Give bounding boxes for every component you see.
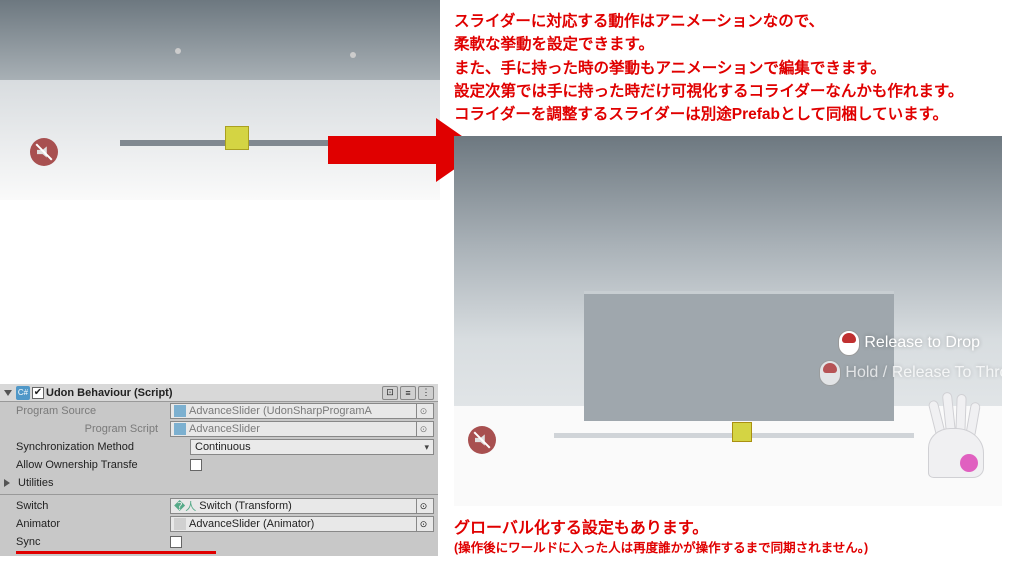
anno-line: 設定次第では手に持った時だけ可視化するコライダーなんかも作れます。: [454, 80, 963, 103]
inspector-row-program-script: Program Script AdvanceSlider: [0, 420, 438, 438]
slider-handle-cube: [732, 422, 752, 442]
annotation-text-bottom: グローバル化する設定もあります。 (操作後にワールドに入った人は再度誰かが操作す…: [454, 518, 868, 558]
inspector-row-allow-ownership: Allow Ownership Transfe: [0, 456, 438, 474]
mute-mic-icon: [468, 426, 496, 454]
component-title: Udon Behaviour (Script): [46, 387, 380, 399]
inspector-row-sync: Sync: [0, 533, 438, 551]
anno-line: また、手に持った時の挙動もアニメーションで編集できます。: [454, 57, 963, 80]
component-header[interactable]: C# ✔ Udon Behaviour (Script) ⊡ ≡ ⋮: [0, 384, 438, 402]
vr-viewport-right: Release to Drop Hold / Release To Throw: [454, 136, 1002, 506]
highlight-underline: [16, 551, 216, 554]
csharp-script-icon: C#: [16, 386, 30, 400]
anno-line: コライダーを調整するスライダーは別途Prefabとして同梱しています。: [454, 103, 963, 126]
script-icon: [174, 423, 186, 435]
presets-button[interactable]: ≡: [400, 386, 416, 400]
gizmo-dot: [175, 48, 181, 54]
separator: [0, 494, 438, 495]
object-field[interactable]: AdvanceSlider (Animator): [170, 516, 434, 532]
field-label: Switch: [16, 500, 166, 512]
field-label: Program Script: [16, 423, 166, 435]
mute-mic-icon: [30, 138, 58, 166]
controller-button-icon: [819, 360, 841, 386]
inspector-row-animator: Animator AdvanceSlider (Animator): [0, 515, 438, 533]
anno-line: グローバル化する設定もあります。: [454, 518, 868, 540]
object-picker-button[interactable]: [416, 404, 430, 418]
unity-inspector-panel: C# ✔ Udon Behaviour (Script) ⊡ ≡ ⋮ Progr…: [0, 384, 438, 556]
object-field[interactable]: �人 Switch (Transform): [170, 498, 434, 514]
dropdown-value: Continuous: [195, 441, 251, 453]
inspector-row-utilities[interactable]: Utilities: [0, 474, 438, 492]
vr-hand-model: [894, 388, 984, 478]
context-menu-button[interactable]: ⋮: [418, 386, 434, 400]
inspector-row-sync-method: Synchronization Method Continuous: [0, 438, 438, 456]
foldout-icon[interactable]: [4, 390, 12, 396]
inspector-row-program-source: Program Source AdvanceSlider (UdonSharpP…: [0, 402, 438, 420]
anno-line: スライダーに対応する動作はアニメーションなので、: [454, 10, 963, 33]
slider-handle-cube: [225, 126, 249, 150]
object-picker-button[interactable]: [416, 499, 430, 513]
gizmo-dot: [350, 52, 356, 58]
field-label: Animator: [16, 518, 166, 530]
tooltip-label: Release to Drop: [864, 334, 980, 352]
field-label: Program Source: [16, 405, 166, 417]
asset-icon: [174, 405, 186, 417]
object-picker-button[interactable]: [416, 517, 430, 531]
field-label: Utilities: [18, 477, 53, 489]
controller-button-icon: [838, 330, 860, 356]
tooltip-label: Hold / Release To Throw: [845, 364, 1002, 382]
anno-line: (操作後にワールドに入った人は再度誰かが操作するまで同期されません。): [454, 540, 868, 558]
object-field-value: Switch (Transform): [199, 500, 292, 512]
vr-tooltip-release-drop: Release to Drop: [838, 330, 980, 356]
allow-ownership-checkbox[interactable]: [190, 459, 202, 471]
anno-line: 柔軟な挙動を設定できます。: [454, 33, 963, 56]
object-field[interactable]: AdvanceSlider: [170, 421, 434, 437]
object-field[interactable]: AdvanceSlider (UdonSharpProgramA: [170, 403, 434, 419]
object-field-value: AdvanceSlider: [189, 423, 260, 435]
vr-tooltip-hold-throw: Hold / Release To Throw: [819, 360, 1002, 386]
object-field-value: AdvanceSlider (UdonSharpProgramA: [189, 405, 372, 417]
field-label: Allow Ownership Transfe: [16, 459, 186, 471]
foldout-collapsed-icon[interactable]: [4, 479, 10, 487]
inspector-row-switch: Switch �人 Switch (Transform): [0, 497, 438, 515]
object-field-value: AdvanceSlider (Animator): [189, 518, 314, 530]
animator-icon: [174, 518, 186, 530]
transform-icon: �人: [174, 498, 196, 514]
sync-checkbox[interactable]: [170, 536, 182, 548]
field-label: Synchronization Method: [16, 441, 186, 453]
sync-method-dropdown[interactable]: Continuous: [190, 439, 434, 455]
annotation-text-top: スライダーに対応する動作はアニメーションなので、 柔軟な挙動を設定できます。 ま…: [454, 10, 963, 126]
object-picker-button[interactable]: [416, 422, 430, 436]
reference-button[interactable]: ⊡: [382, 386, 398, 400]
grey-box-3d: [584, 291, 894, 421]
field-label: Sync: [16, 536, 166, 548]
component-enabled-checkbox[interactable]: ✔: [32, 387, 44, 399]
